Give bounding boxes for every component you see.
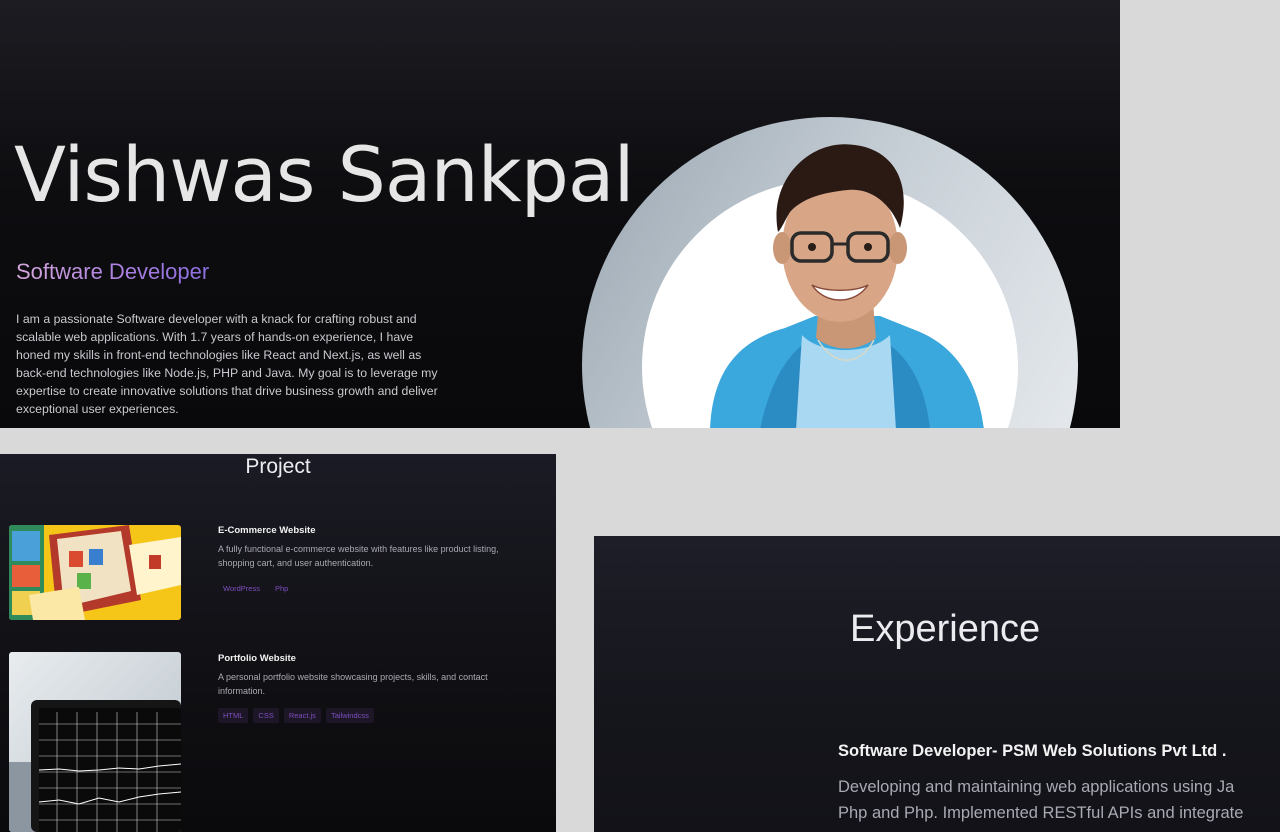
tag: Tailwindcss — [325, 708, 374, 723]
experience-description: Developing and maintaining web applicati… — [838, 774, 1280, 826]
tag: WordPress — [223, 584, 260, 593]
hero-name: Vishwas Sankpal — [14, 130, 635, 219]
hero-role: Software Developer — [16, 259, 210, 284]
hero-bio: I am a passionate Software developer wit… — [16, 312, 438, 416]
project-title[interactable]: Portfolio Website — [218, 653, 296, 664]
portfolio-thumbnail[interactable] — [9, 652, 181, 832]
experience-role: Software Developer- PSM Web Solutions Pv… — [838, 742, 1227, 760]
experience-description-line: Php and Php. Implemented RESTful APIs an… — [838, 804, 1244, 822]
project-description: A personal portfolio website showcasing … — [218, 672, 488, 696]
profile-photo — [710, 144, 984, 428]
experience-section: Experience Software Developer- PSM Web S… — [594, 536, 1280, 832]
tag: Php — [274, 584, 289, 593]
hero-section: Vishwas Sankpal Software Developer I am … — [0, 0, 1120, 428]
project-tags: HTML CSS React.js Tailwindcss — [218, 708, 374, 723]
project-description: A fully functional e-commerce website wi… — [218, 544, 499, 568]
projects-section: Project E-Commerce Website A fully funct… — [0, 454, 556, 832]
experience-description-line: Developing and maintaining web applicati… — [838, 778, 1235, 796]
tag: HTML — [218, 708, 249, 723]
projects-title: Project — [245, 455, 311, 478]
ecommerce-thumbnail[interactable] — [9, 525, 181, 620]
experience-title: Experience — [850, 608, 1041, 650]
project-tags: WordPress Php — [218, 581, 293, 596]
project-title[interactable]: E-Commerce Website — [218, 525, 316, 536]
tag: CSS — [253, 708, 279, 723]
tag: React.js — [283, 708, 321, 723]
